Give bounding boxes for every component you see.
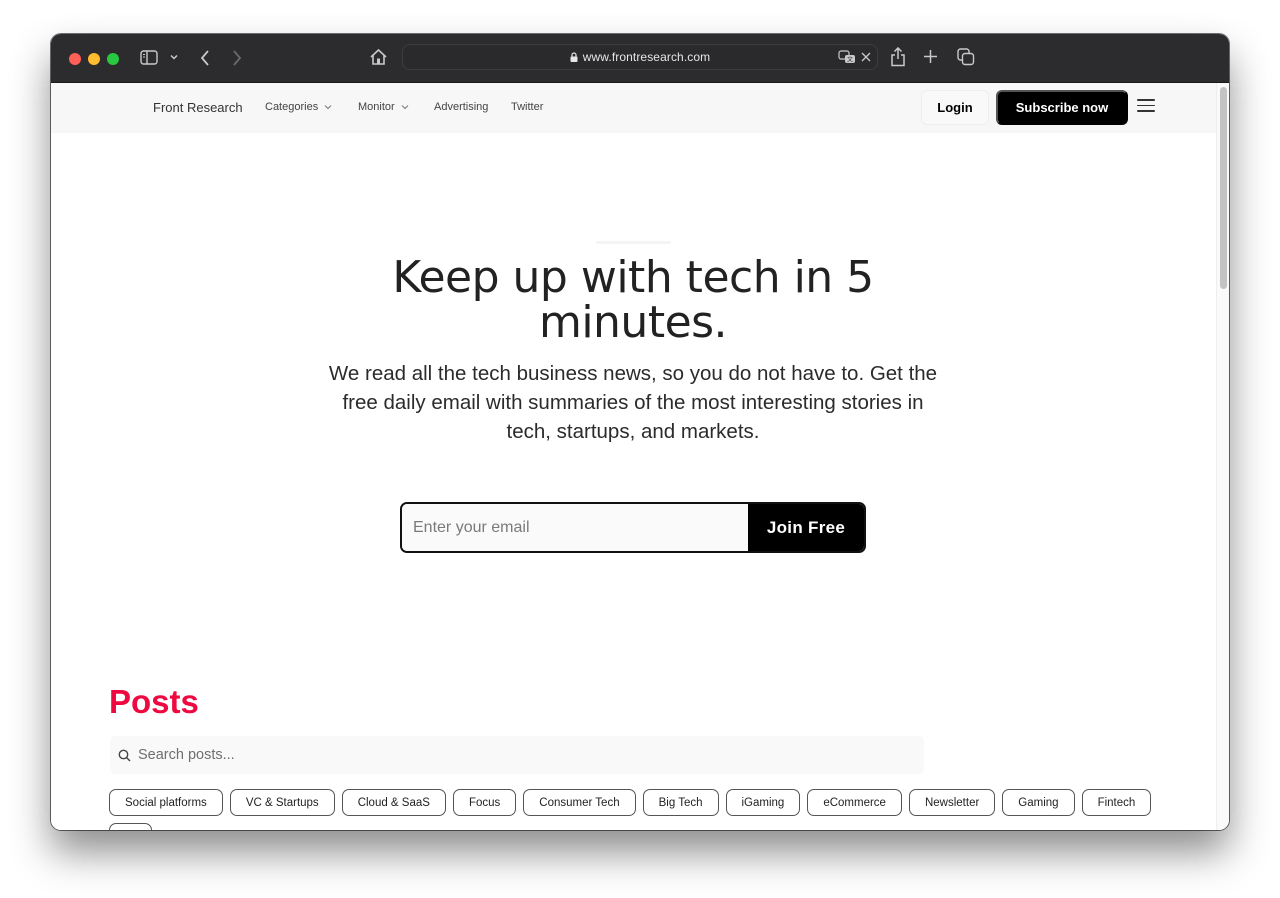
- signup-form: Join Free: [400, 502, 866, 553]
- share-icon[interactable]: [890, 47, 906, 67]
- category-tag[interactable]: Cloud & SaaS: [341, 789, 446, 816]
- tabs-overview-icon[interactable]: [957, 48, 975, 66]
- search-posts-input[interactable]: [138, 736, 924, 774]
- hero-subtitle: We read all the tech business news, so y…: [328, 362, 938, 443]
- scrollbar-thumb[interactable]: [1220, 87, 1227, 289]
- hero-decoration: [596, 241, 671, 244]
- category-tag[interactable]: iGaming: [725, 789, 801, 816]
- hero-title: Keep up with tech in 5 minutes.: [392, 252, 874, 348]
- nav-item-monitor[interactable]: Monitor: [358, 101, 409, 113]
- nav-item-label: Monitor: [358, 101, 395, 113]
- page-viewport: Front Research Categories Monitor Advert…: [51, 83, 1216, 830]
- browser-window: www.frontresearch.com 文 Front Research C…: [51, 34, 1229, 830]
- chevron-down-icon: [401, 105, 409, 110]
- forward-icon[interactable]: [231, 49, 243, 67]
- site-header: Front Research Categories Monitor Advert…: [51, 83, 1216, 133]
- nav-item-twitter[interactable]: Twitter: [511, 101, 543, 113]
- category-tag[interactable]: Newsletter: [908, 789, 996, 816]
- chevron-down-icon[interactable]: [169, 52, 179, 62]
- new-tab-icon[interactable]: [923, 49, 938, 64]
- posts-search: [110, 736, 924, 774]
- posts-heading: Posts: [109, 683, 199, 720]
- subscribe-button[interactable]: Subscribe now: [996, 90, 1128, 125]
- nav-item-advertising[interactable]: Advertising: [434, 101, 488, 113]
- category-tag[interactable]: Consumer Tech: [523, 789, 636, 816]
- category-tag[interactable]: eCommerce: [807, 789, 902, 816]
- nav-item-label: Advertising: [434, 101, 489, 113]
- back-icon[interactable]: [199, 49, 211, 67]
- home-icon[interactable]: [369, 48, 388, 66]
- chevron-down-icon: [324, 105, 332, 110]
- nav-item-label: Categories: [265, 101, 319, 113]
- join-free-button[interactable]: Join Free: [748, 504, 864, 551]
- search-icon: [118, 749, 131, 762]
- nav-item-label: Twitter: [511, 101, 544, 113]
- browser-toolbar: www.frontresearch.com 文: [51, 34, 1229, 83]
- hamburger-menu-icon[interactable]: [1137, 99, 1155, 115]
- sidebar-icon[interactable]: [140, 50, 158, 65]
- category-tag[interactable]: AI: [109, 823, 152, 830]
- category-tag[interactable]: Gaming: [1002, 789, 1075, 816]
- category-tag[interactable]: VC & Startups: [229, 789, 335, 816]
- brand-link[interactable]: Front Research: [153, 100, 243, 115]
- translate-icon[interactable]: 文: [838, 50, 856, 64]
- address-bar[interactable]: www.frontresearch.com 文: [402, 44, 878, 70]
- page-scrollbar[interactable]: [1216, 83, 1229, 830]
- url-text: www.frontresearch.com: [582, 50, 711, 64]
- category-tag[interactable]: Focus: [452, 789, 517, 816]
- fullscreen-window-button[interactable]: [107, 53, 119, 65]
- nav-item-categories[interactable]: Categories: [265, 101, 332, 113]
- category-tags: Social platforms VC & Startups Cloud & Saa…: [109, 789, 1159, 830]
- category-tag[interactable]: Big Tech: [642, 789, 719, 816]
- svg-text:文: 文: [847, 56, 853, 64]
- category-tag[interactable]: Fintech: [1081, 789, 1152, 816]
- lock-icon: [570, 51, 578, 65]
- email-input[interactable]: [402, 504, 748, 551]
- minimize-window-button[interactable]: [88, 53, 100, 65]
- close-icon[interactable]: [860, 51, 872, 63]
- close-window-button[interactable]: [69, 53, 81, 65]
- category-tag[interactable]: Social platforms: [109, 789, 223, 816]
- login-button[interactable]: Login: [921, 90, 989, 125]
